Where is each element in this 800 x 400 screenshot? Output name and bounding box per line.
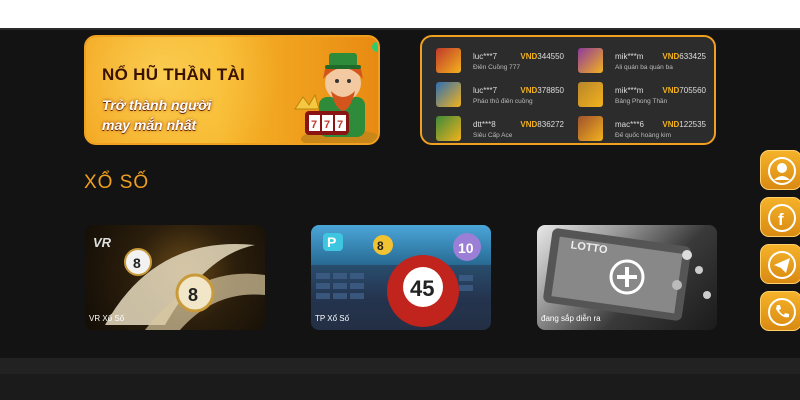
support-button[interactable] (760, 150, 800, 190)
amount-value: 378850 (537, 86, 564, 95)
winner-game-name: Điên Cuồng 777 (473, 64, 520, 71)
amount-value: 344550 (537, 52, 564, 61)
phone-icon (768, 298, 796, 326)
svg-text:7: 7 (311, 119, 317, 131)
game-thumbnail[interactable] (436, 116, 461, 141)
winner-row: dtt***8 VND836272 Siêu Cấp Ace (422, 109, 564, 143)
currency-code: VND (520, 86, 538, 95)
winner-username: mac***6 (615, 120, 644, 129)
telegram-icon (768, 251, 796, 279)
winner-username: mik***m (615, 86, 644, 95)
leprechaun-illustration: 7 7 7 (294, 42, 378, 143)
game-thumbnail[interactable] (436, 48, 461, 73)
game-thumbnail[interactable] (436, 82, 461, 107)
top-header-bar (0, 0, 800, 28)
currency-code: VND (662, 52, 680, 61)
winner-amount: VND344550 (520, 52, 564, 61)
card-label: đang sắp diễn ra (541, 314, 601, 323)
winner-amount: VND633425 (662, 52, 706, 61)
svg-text:8: 8 (133, 255, 141, 271)
winner-amount: VND378850 (520, 86, 564, 95)
svg-text:P: P (327, 234, 336, 250)
section-title-lottery: XỔ SỐ (84, 172, 150, 193)
winner-game-name: Bảng Phong Thần (615, 98, 668, 105)
amount-value: 633425 (679, 52, 706, 61)
phone-button[interactable] (760, 291, 800, 331)
banner-subtitle-line2: may mắn nhất (102, 117, 197, 133)
winner-amount: VND705560 (662, 86, 706, 95)
winner-username: luc***7 (473, 86, 498, 95)
currency-code: VND (520, 52, 538, 61)
svg-text:7: 7 (324, 119, 330, 131)
banner-title: NỔ HŨ THẦN TÀI (102, 65, 246, 84)
winner-row: mik***m VND633425 Ali quán ba quán ba (564, 41, 706, 75)
svg-text:VR: VR (93, 235, 112, 250)
footer-bar (0, 358, 800, 374)
footer-bottom (0, 374, 800, 400)
svg-text:10: 10 (458, 240, 474, 256)
winner-username: luc***7 (473, 52, 498, 61)
winner-username: mik***m (615, 52, 644, 61)
currency-code: VND (662, 86, 680, 95)
game-thumbnail[interactable] (578, 116, 603, 141)
game-thumbnail[interactable] (578, 82, 603, 107)
svg-text:8: 8 (377, 239, 384, 253)
svg-text:45: 45 (410, 276, 434, 301)
winner-game-name: Pháo thủ điên cuồng (473, 98, 533, 105)
winner-row: luc***7 VND378850 Pháo thủ điên cuồng (422, 75, 564, 109)
telegram-button[interactable] (760, 244, 800, 284)
currency-code: VND (520, 120, 538, 129)
svg-text:f: f (778, 210, 784, 229)
amount-value: 122535 (679, 120, 706, 129)
svg-text:8: 8 (188, 285, 198, 305)
recent-winners-panel: luc***7 VND344550 Điên Cuồng 777 mik***m VND… (420, 35, 716, 145)
amount-value: 705560 (679, 86, 706, 95)
winner-row: mik***m VND705560 Bảng Phong Thần (564, 75, 706, 109)
jackpot-banner[interactable]: NỔ HŨ THẦN TÀI Trở thành người may mắn n… (84, 35, 380, 145)
card-label: TP Xổ Số (315, 314, 350, 323)
winner-amount: VND836272 (520, 120, 564, 129)
banner-subtitle-line1: Trở thành người (102, 97, 212, 113)
facebook-icon: f (768, 204, 796, 232)
svg-text:7: 7 (337, 119, 343, 131)
winner-row: mac***6 VND122535 Đế quốc hoàng kim (564, 109, 706, 143)
game-thumbnail[interactable] (578, 48, 603, 73)
facebook-button[interactable]: f (760, 197, 800, 237)
winner-row: luc***7 VND344550 Điên Cuồng 777 (422, 41, 564, 75)
amount-value: 836272 (537, 120, 564, 129)
card-label: VR Xổ Số (89, 314, 125, 323)
currency-code: VND (662, 120, 680, 129)
tp-lottery-card[interactable]: P 8 10 45 TP Xổ Số (311, 225, 491, 330)
winner-game-name: Đế quốc hoàng kim (615, 132, 672, 139)
vr-lottery-card[interactable]: 8 8 VR VR Xổ Số (85, 225, 265, 330)
winner-game-name: Ali quán ba quán ba (615, 64, 673, 71)
winner-game-name: Siêu Cấp Ace (473, 132, 513, 139)
coming-soon-card[interactable]: LOTTO đang sắp diễn ra (537, 225, 717, 330)
winner-amount: VND122535 (662, 120, 706, 129)
winner-username: dtt***8 (473, 120, 496, 129)
header-divider (0, 28, 800, 30)
support-agent-icon (768, 157, 796, 185)
